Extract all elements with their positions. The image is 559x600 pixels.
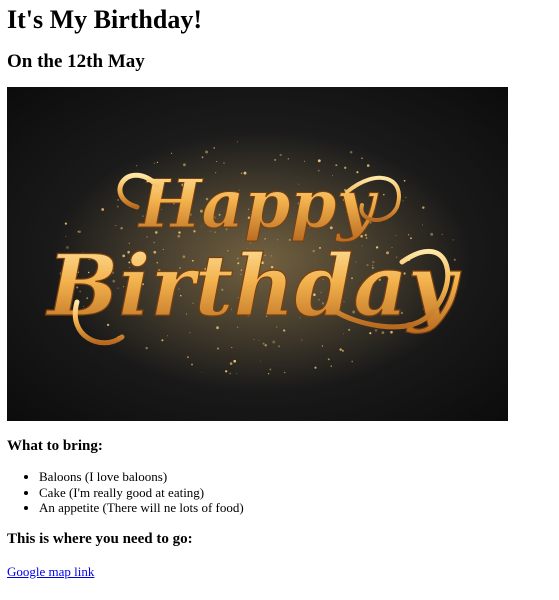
glitter-dot [201, 156, 204, 159]
page: It's My Birthday! On the 12th May Happy … [0, 0, 559, 600]
location-heading: This is where you need to go: [7, 530, 193, 547]
happy-birthday-image: Happy Birthday [7, 87, 508, 421]
glitter-dot [327, 358, 330, 361]
glitter-dot [216, 161, 218, 162]
glitter-dot [269, 368, 272, 371]
glitter-dot [422, 206, 425, 209]
glitter-dot [136, 165, 138, 167]
glitter-dot [120, 226, 123, 230]
glitter-dot [190, 363, 194, 366]
glitter-dot [287, 158, 289, 160]
glitter-dot [361, 157, 363, 160]
glitter-dot [167, 335, 169, 337]
glitter-dot [233, 359, 237, 363]
glitter-dot [301, 339, 303, 341]
glitter-dot [277, 345, 281, 348]
glitter-dot [223, 162, 225, 164]
glitter-dot [375, 200, 377, 202]
glitter-dot [186, 356, 189, 359]
glitter-dot [153, 162, 156, 164]
glitter-dot [274, 158, 277, 161]
page-title: It's My Birthday! [7, 5, 202, 34]
glitter-dot [339, 348, 342, 351]
glitter-dot [161, 339, 164, 342]
glitter-dot [321, 345, 324, 347]
glitter-dot [383, 193, 385, 196]
bring-list: Baloons (I love baloons) Cake (I'm reall… [7, 469, 552, 516]
glitter-dot [225, 370, 228, 373]
glitter-dot [229, 372, 231, 375]
glitter-dot [349, 150, 353, 154]
glitter-dot [441, 233, 443, 236]
glitter-dot [317, 159, 321, 163]
bring-heading: What to bring: [7, 438, 103, 454]
glitter-dot [258, 339, 260, 341]
hero-text-happy: Happy [137, 165, 379, 243]
glitter-dot [64, 222, 67, 225]
glitter-dot [330, 365, 332, 367]
glitter-dot [259, 360, 261, 362]
glitter-dot [116, 205, 119, 208]
glitter-dot [236, 373, 237, 375]
hero-text-birthday: Birthday [45, 236, 461, 335]
glitter-dot [213, 147, 215, 149]
glitter-dot [156, 161, 159, 164]
glitter-dot [267, 373, 270, 375]
google-map-link[interactable]: Google map link [7, 564, 94, 580]
glitter-dot [341, 349, 344, 352]
date-heading: On the 12th May [7, 51, 145, 72]
glitter-dot [351, 360, 354, 363]
glitter-dot [403, 179, 406, 182]
glitter-dot [314, 366, 317, 369]
glitter-dot [117, 198, 120, 202]
glitter-dot [402, 200, 404, 202]
glitter-dot [77, 231, 79, 233]
glitter-dot [205, 150, 209, 154]
glitter-dot [279, 153, 282, 157]
glitter-dot [231, 347, 233, 349]
glitter-dot [303, 160, 305, 162]
glitter-dot [283, 371, 286, 374]
bring-item-appetite: An appetite (There will ne lots of food) [39, 500, 552, 516]
glitter-dot [201, 371, 203, 373]
glitter-dot [264, 344, 267, 347]
glitter-dot [217, 347, 219, 350]
glitter-dot [236, 141, 238, 143]
glitter-dot [405, 196, 407, 198]
glitter-dot [115, 225, 117, 227]
glitter-dot [170, 152, 173, 154]
bring-item-baloons: Baloons (I love baloons) [39, 469, 552, 485]
glitter-dot [262, 342, 265, 345]
glitter-dot [272, 340, 276, 344]
glitter-dot [101, 208, 105, 211]
glitter-dot [229, 362, 233, 365]
glitter-dot [421, 224, 424, 226]
bring-item-cake: Cake (I'm really good at eating) [39, 485, 552, 501]
glitter-dot [253, 339, 255, 341]
glitter-dot [145, 346, 148, 350]
